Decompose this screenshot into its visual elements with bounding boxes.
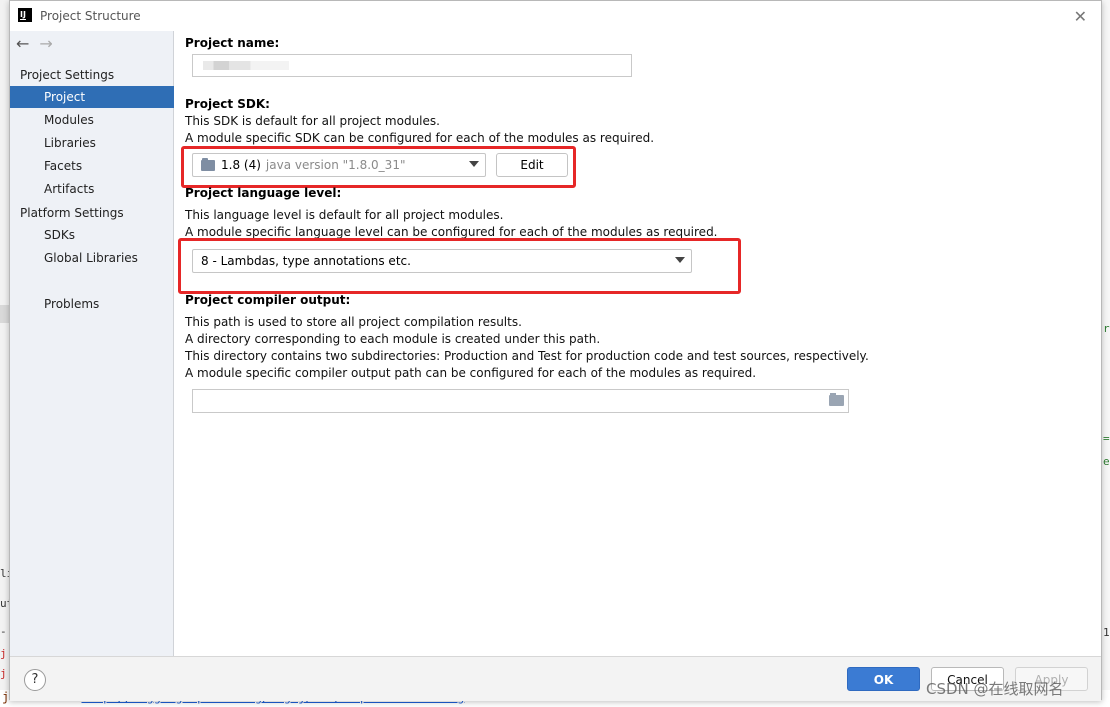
sidebar-item-facets[interactable]: Facets: [10, 155, 174, 177]
bg-left-snippet: lin: [0, 567, 9, 580]
background-left-panel: lin ut - j j: [0, 0, 9, 707]
sidebar-item-modules[interactable]: Modules: [10, 109, 174, 131]
language-level-desc-2: A module specific language level can be …: [185, 225, 718, 239]
sidebar-group-project-settings: Project Settings: [20, 68, 115, 82]
sidebar-item-sdks[interactable]: SDKs: [10, 224, 174, 246]
project-name-redacted: [203, 61, 289, 70]
sidebar: ← → Project Settings Project Modules Lib…: [10, 31, 174, 656]
csdn-watermark: CSDN @在线取网名: [926, 680, 1064, 698]
compiler-output-input[interactable]: [192, 389, 849, 413]
project-name-label: Project name:: [185, 36, 280, 50]
language-level-label: Project language level:: [185, 186, 342, 200]
compiler-output-label: Project compiler output:: [185, 293, 351, 307]
background-right-panel: re = es 1: [1102, 0, 1110, 707]
language-level-desc-1: This language level is default for all p…: [185, 208, 504, 222]
nav-arrows: ← →: [16, 34, 53, 53]
background-left-strip: [0, 305, 9, 323]
compiler-output-desc-4: A module specific compiler output path c…: [185, 366, 757, 380]
bg-left-snippet: -: [0, 625, 7, 638]
project-sdk-label: Project SDK:: [185, 97, 270, 111]
bg-right-snippet: =: [1103, 432, 1110, 445]
sidebar-item-project[interactable]: Project: [10, 86, 174, 108]
bg-right-snippet: re: [1103, 322, 1110, 335]
browse-folder-icon[interactable]: [829, 393, 844, 406]
annotation-highlight-language-level: [178, 238, 741, 294]
dialog-titlebar[interactable]: IJ Project Structure ✕: [10, 1, 1101, 31]
project-structure-dialog: IJ Project Structure ✕ ← → Project Setti…: [9, 0, 1102, 701]
bg-left-snippet: j: [0, 667, 7, 680]
compiler-output-desc-2: A directory corresponding to each module…: [185, 332, 601, 346]
sidebar-item-problems[interactable]: Problems: [10, 293, 174, 315]
compiler-output-desc-1: This path is used to store all project c…: [185, 315, 522, 329]
sidebar-item-libraries[interactable]: Libraries: [10, 132, 174, 154]
ok-button[interactable]: OK: [847, 667, 920, 691]
project-settings-panel: Project name: Project SDK: This SDK is d…: [175, 31, 1101, 656]
sidebar-group-platform-settings: Platform Settings: [20, 206, 124, 220]
project-sdk-desc-1: This SDK is default for all project modu…: [185, 114, 440, 128]
bg-right-snippet: 1: [1103, 626, 1110, 639]
sidebar-item-global-libraries[interactable]: Global Libraries: [10, 247, 174, 269]
intellij-logo-icon: IJ: [18, 8, 32, 22]
close-icon[interactable]: ✕: [1074, 7, 1087, 26]
forward-arrow-icon[interactable]: →: [39, 34, 52, 53]
project-name-input[interactable]: [192, 54, 632, 77]
sidebar-item-artifacts[interactable]: Artifacts: [10, 178, 174, 200]
bg-left-snippet: j: [0, 647, 7, 660]
compiler-output-desc-3: This directory contains two subdirectori…: [185, 349, 869, 363]
project-sdk-desc-2: A module specific SDK can be configured …: [185, 131, 655, 145]
annotation-highlight-sdk: [181, 146, 576, 188]
help-button[interactable]: ?: [24, 669, 46, 691]
bg-left-snippet: ut: [0, 597, 9, 610]
back-arrow-icon[interactable]: ←: [16, 34, 29, 53]
bg-right-snippet: es: [1103, 455, 1110, 468]
dialog-title: Project Structure: [40, 9, 141, 23]
